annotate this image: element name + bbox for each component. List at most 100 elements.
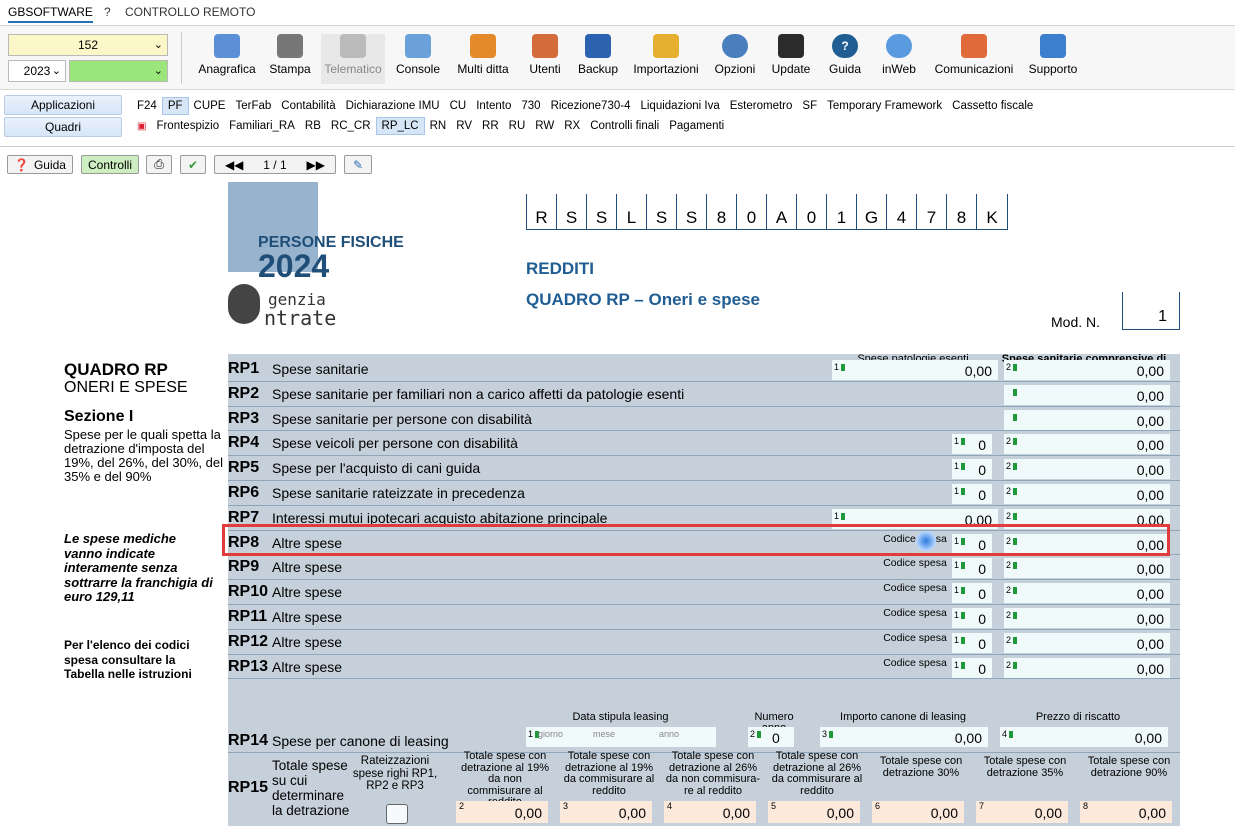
nav-ricezione730-4[interactable]: Ricezione730-4 (546, 98, 636, 114)
field-rp5-col2[interactable]: 2 0,00 (1004, 459, 1170, 480)
confirm-button[interactable]: ✔ (180, 155, 206, 174)
cf-char[interactable]: S (587, 194, 617, 230)
field-rp13-col1[interactable]: 10 (952, 657, 992, 678)
cf-char[interactable]: 7 (917, 194, 947, 230)
field-rp5-col1[interactable]: 10 (952, 459, 992, 480)
field-rp6-col2[interactable]: 2 0,00 (1004, 484, 1170, 504)
field-rp4-col1[interactable]: 10 (952, 434, 992, 455)
mod-number-field[interactable]: 1 (1122, 292, 1180, 330)
nav-cupe[interactable]: CUPE (189, 98, 231, 114)
cf-char[interactable]: 0 (737, 194, 767, 230)
supporto-button[interactable]: Supporto (1026, 34, 1080, 84)
field-rp12-col2[interactable]: 2 0,00 (1004, 632, 1170, 653)
importazioni-button[interactable]: Importazioni (630, 34, 702, 84)
guida-button[interactable]: ? Guida (826, 34, 864, 84)
nav-pagamenti[interactable]: Pagamenti (664, 118, 729, 134)
field-rp10-col1[interactable]: 10 (952, 583, 992, 604)
field-rp9-col1[interactable]: 10 (952, 558, 992, 579)
nav-controlli-finali[interactable]: Controlli finali (585, 118, 664, 134)
cf-char[interactable]: S (647, 194, 677, 230)
pdf-icon[interactable]: ▣ (132, 119, 151, 134)
nav-rw[interactable]: RW (530, 118, 559, 134)
field-rp10-col2[interactable]: 2 0,00 (1004, 583, 1170, 604)
tools-button[interactable]: ✎ (344, 155, 372, 174)
opzioni-button[interactable]: Opzioni (712, 34, 758, 84)
prezzo-riscatto-field[interactable]: 4 0,00 (1000, 727, 1168, 747)
rp15-col-field[interactable]: 8 0,00 (1080, 801, 1172, 823)
nav-ru[interactable]: RU (504, 118, 531, 134)
nav-f24[interactable]: F24 (132, 98, 162, 114)
nav-rv[interactable]: RV (451, 118, 477, 134)
tab-gbsoftware[interactable]: GBSOFTWARE (8, 5, 93, 23)
update-button[interactable]: Update (769, 34, 813, 84)
tab-help[interactable]: ? (104, 5, 111, 19)
field-rp1-col2[interactable]: 2 0,00 (1004, 360, 1170, 380)
nav-terfab[interactable]: TerFab (230, 98, 276, 114)
inweb-button[interactable]: inWeb (878, 34, 920, 84)
cf-char[interactable]: 0 (797, 194, 827, 230)
tab-controllo-remoto[interactable]: CONTROLLO REMOTO (125, 5, 255, 19)
rp15-col-field[interactable]: 7 0,00 (976, 801, 1068, 823)
year-select[interactable]: 2023 ⌄ (8, 60, 66, 82)
cf-char[interactable]: S (677, 194, 707, 230)
rp15-col-field[interactable]: 4 0,00 (664, 801, 756, 823)
telematico-button[interactable]: Telematico (321, 34, 385, 84)
backup-button[interactable]: Backup (576, 34, 620, 84)
company-select[interactable]: 152 ⌄ (8, 34, 168, 56)
nav-intento[interactable]: Intento (471, 98, 516, 114)
numero-anno-field[interactable]: 20 (748, 727, 794, 747)
cf-char[interactable]: G (857, 194, 887, 230)
field-rp2-col2[interactable]: 0,00 (1004, 384, 1170, 405)
last-page-icon[interactable]: ▶▶ (307, 158, 325, 172)
nav-730[interactable]: 730 (516, 98, 545, 114)
cf-char[interactable]: 8 (707, 194, 737, 230)
rp15-col-field[interactable]: 6 0,00 (872, 801, 964, 823)
nav-frontespizio[interactable]: Frontespizio (151, 118, 224, 134)
nav-rc-cr[interactable]: RC_CR (326, 118, 376, 134)
nav-liquidazioni-iva[interactable]: Liquidazioni Iva (635, 98, 724, 114)
field-rp11-col1[interactable]: 10 (952, 608, 992, 628)
cf-char[interactable]: K (977, 194, 1007, 230)
rp15-col-field[interactable]: 5 0,00 (768, 801, 860, 823)
rp15-col-field[interactable]: 2 0,00 (456, 801, 548, 823)
nav-cu[interactable]: CU (445, 98, 472, 114)
nav-rb[interactable]: RB (300, 118, 326, 134)
stampa-button[interactable]: Stampa (266, 34, 314, 84)
data-stipula-field[interactable]: 1 giorno mese anno (526, 727, 716, 747)
field-rp13-col2[interactable]: 2 0,00 (1004, 657, 1170, 678)
controlli-button[interactable]: Controlli (81, 155, 139, 174)
nav-rr[interactable]: RR (477, 118, 504, 134)
console-button[interactable]: Console (394, 34, 442, 84)
field-rp12-col1[interactable]: 10 (952, 632, 992, 653)
print-preview-button[interactable]: ⎙ (146, 155, 172, 174)
nav-cassetto-fiscale[interactable]: Cassetto fiscale (947, 98, 1038, 114)
nav-rx[interactable]: RX (559, 118, 585, 134)
nav-esterometro[interactable]: Esterometro (725, 98, 798, 114)
utenti-button[interactable]: Utenti (526, 34, 564, 84)
nav-pf[interactable]: PF (161, 97, 189, 115)
anagrafica-button[interactable]: Anagrafica (196, 34, 258, 84)
applicazioni-button[interactable]: Applicazioni (4, 95, 122, 115)
multi-ditta-button[interactable]: Multi ditta (453, 34, 513, 84)
field-rp9-col2[interactable]: 2 0,00 (1004, 558, 1170, 579)
field-rp1-col1[interactable]: 1 0,00 (832, 360, 998, 380)
nav-sf[interactable]: SF (797, 98, 822, 114)
cf-char[interactable]: A (767, 194, 797, 230)
cf-char[interactable]: S (557, 194, 587, 230)
cf-char[interactable]: 8 (947, 194, 977, 230)
nav-contabilita[interactable]: Contabilità (276, 98, 340, 114)
cf-char[interactable]: 1 (827, 194, 857, 230)
field-rp11-col2[interactable]: 2 0,00 (1004, 608, 1170, 628)
importo-canone-field[interactable]: 3 0,00 (820, 727, 988, 747)
comunicazioni-button[interactable]: Comunicazioni (931, 34, 1017, 84)
nav-rp-lc[interactable]: RP_LC (375, 117, 425, 135)
rp15-col-field[interactable]: 3 0,00 (560, 801, 652, 823)
rateizzazioni-checkbox[interactable] (386, 804, 408, 824)
first-page-icon[interactable]: ◀◀ (225, 158, 243, 172)
nav-dichiarazione-imu[interactable]: Dichiarazione IMU (341, 98, 445, 114)
status-select[interactable]: ⌄ (69, 60, 168, 82)
cf-char[interactable]: L (617, 194, 647, 230)
nav-rn[interactable]: RN (425, 118, 452, 134)
nav-familiari-ra[interactable]: Familiari_RA (224, 118, 300, 134)
field-rp6-col1[interactable]: 10 (952, 484, 992, 504)
